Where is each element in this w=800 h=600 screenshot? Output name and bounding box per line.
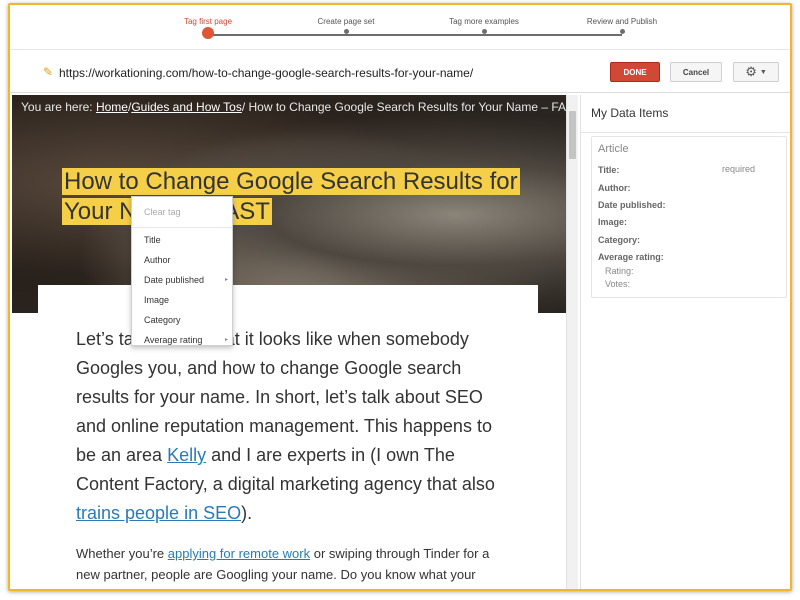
menu-item-title[interactable]: Title	[144, 235, 228, 245]
field-image[interactable]: Image:	[598, 217, 627, 227]
intro-text: ).	[241, 503, 253, 523]
page-preview: You are here: Home/Guides and How Tos/ H…	[12, 95, 566, 589]
breadcrumb-prefix: You are here:	[21, 100, 96, 114]
gear-icon: ⚙	[745, 64, 757, 79]
step-label: Tag first page	[183, 17, 233, 26]
kelly-link[interactable]: Kelly	[167, 445, 206, 465]
submenu-arrow-icon: ▸	[224, 277, 228, 283]
done-button[interactable]: DONE	[610, 62, 660, 82]
cancel-button[interactable]: Cancel	[670, 62, 722, 82]
body-text: Whether you’re	[76, 546, 168, 561]
step-label: Review and Publish	[586, 17, 658, 26]
intro-paragraph: Let’s talk about what it looks like when…	[76, 325, 516, 528]
menu-item-label: Image	[144, 295, 170, 305]
field-rating[interactable]: Rating:	[605, 266, 634, 276]
remote-work-link[interactable]: applying for remote work	[168, 546, 310, 561]
breadcrumb-separator: /	[241, 100, 249, 114]
menu-divider	[132, 227, 232, 228]
trains-seo-link[interactable]: trains people in SEO	[76, 503, 241, 523]
breadcrumb-current: How to Change Google Search Results for …	[248, 100, 567, 114]
app-frame: Tag first page Create page set Tag more …	[8, 3, 792, 591]
menu-item-label: Date published	[144, 275, 205, 285]
menu-item-label: Average rating	[144, 335, 203, 345]
breadcrumb-home-link[interactable]: Home	[96, 100, 128, 114]
url-toolbar: ✎ https://workationing.com/how-to-change…	[10, 49, 790, 93]
step-review-and-publish[interactable]: Review and Publish	[552, 5, 692, 34]
field-category[interactable]: Category:	[598, 235, 640, 245]
menu-item-label: Author	[144, 255, 171, 265]
scrollbar-thumb[interactable]	[569, 111, 576, 159]
data-item-type: Article	[598, 143, 629, 155]
article-data-item[interactable]: Article Title: required Author: Date pub…	[591, 136, 787, 298]
field-average-rating[interactable]: Average rating:	[598, 252, 664, 262]
step-dot	[481, 29, 487, 34]
menu-clear-tag[interactable]: Clear tag	[144, 207, 181, 217]
stepper-line	[346, 34, 484, 36]
step-dot	[343, 29, 349, 34]
step-dot	[619, 29, 625, 34]
progress-stepper: Tag first page Create page set Tag more …	[10, 5, 790, 49]
field-author[interactable]: Author:	[598, 183, 631, 193]
tag-pen-icon: ✎	[43, 65, 54, 79]
field-title-required: required	[722, 164, 756, 174]
menu-item-label: Title	[144, 235, 161, 245]
data-items-sidebar: My Data Items Article Title: required Au…	[580, 95, 790, 589]
menu-item-label: Category	[144, 315, 181, 325]
stepper-line	[484, 34, 622, 36]
headline-line-1[interactable]: How to Change Google Search Results for	[62, 168, 520, 195]
body-paragraph: Whether you’re applying for remote work …	[76, 543, 516, 585]
breadcrumb: You are here: Home/Guides and How Tos/ H…	[21, 100, 566, 114]
menu-item-average-rating[interactable]: Average rating ▸	[144, 335, 228, 345]
article-body: Let’s talk about what it looks like when…	[38, 285, 538, 589]
step-label: Create page set	[317, 17, 375, 26]
menu-item-author[interactable]: Author	[144, 255, 228, 265]
field-date-published[interactable]: Date published:	[598, 200, 666, 210]
breadcrumb-guides-link[interactable]: Guides and How Tos	[131, 100, 242, 114]
sidebar-divider	[581, 132, 790, 133]
tag-context-menu: Clear tag Title Author Date published ▸ I…	[131, 196, 233, 346]
step-label: Tag more examples	[449, 17, 519, 26]
sidebar-title: My Data Items	[591, 106, 669, 120]
submenu-arrow-icon: ▸	[224, 337, 228, 343]
field-title[interactable]: Title:	[598, 165, 619, 175]
menu-item-category[interactable]: Category	[144, 315, 228, 325]
field-votes[interactable]: Votes:	[605, 279, 630, 289]
chevron-down-icon: ▼	[759, 68, 767, 76]
menu-item-image[interactable]: Image	[144, 295, 228, 305]
menu-item-date-published[interactable]: Date published ▸	[144, 275, 228, 285]
step-tag-first-page[interactable]: Tag first page	[138, 5, 278, 39]
step-dot-active	[202, 27, 214, 39]
preview-scrollbar[interactable]	[566, 95, 578, 589]
step-create-page-set[interactable]: Create page set	[276, 5, 416, 34]
settings-button[interactable]: ⚙ ▼	[733, 62, 779, 82]
step-tag-more-examples[interactable]: Tag more examples	[414, 5, 554, 34]
page-url: https://workationing.com/how-to-change-g…	[59, 66, 474, 80]
